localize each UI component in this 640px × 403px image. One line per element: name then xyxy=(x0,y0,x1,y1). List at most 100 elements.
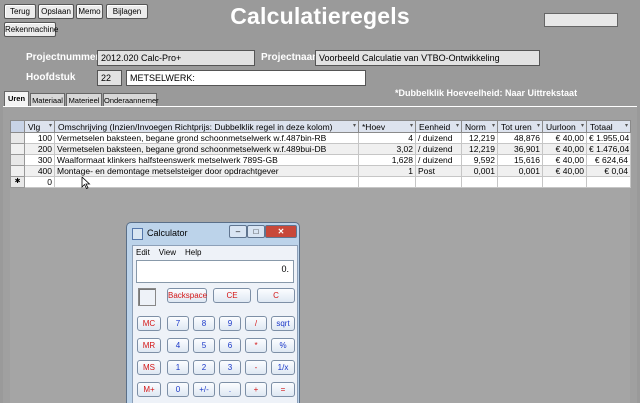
multiply-button[interactable]: * xyxy=(245,338,267,353)
cell-totaal[interactable]: € 1.476,04 xyxy=(586,143,631,155)
cell-eenheid[interactable]: / duizend xyxy=(415,132,462,144)
cell-hoev[interactable]: 3,02 xyxy=(358,143,416,155)
cell-uurloon[interactable]: € 40,00 xyxy=(542,132,587,144)
col-vlg-header[interactable]: Vlg ▾ xyxy=(24,120,55,133)
key-0[interactable]: 0 xyxy=(167,382,189,397)
cell-hoev[interactable]: 1,628 xyxy=(358,154,416,166)
decimal-button[interactable]: . xyxy=(219,382,241,397)
tab-uren[interactable]: Uren xyxy=(4,91,29,107)
mc-button[interactable]: MC xyxy=(137,316,161,331)
cell-norm[interactable] xyxy=(461,176,498,188)
new-row[interactable]: ✱ 0 xyxy=(10,176,631,188)
cell-omschrijving[interactable]: Waalformaat klinkers halfsteenswerk mets… xyxy=(54,154,359,166)
ms-button[interactable]: MS xyxy=(137,360,161,375)
menu-edit[interactable]: Edit xyxy=(136,248,150,257)
c-button[interactable]: C xyxy=(257,288,295,303)
equals-button[interactable]: = xyxy=(271,382,295,397)
col-hoev-header[interactable]: *Hoev ▾ xyxy=(358,120,416,133)
table-row[interactable]: 300 Waalformaat klinkers halfsteenswerk … xyxy=(10,154,631,166)
cell-hoev[interactable] xyxy=(358,176,416,188)
calculator-titlebar[interactable]: Calculator – □ ✕ xyxy=(127,223,299,244)
key-2[interactable]: 2 xyxy=(193,360,215,375)
key-8[interactable]: 8 xyxy=(193,316,215,331)
cell-totaal[interactable]: € 0,04 xyxy=(586,165,631,177)
cell-vlg[interactable]: 400 xyxy=(24,165,55,177)
table-row[interactable]: 100 Vermetselen baksteen, begane grond s… xyxy=(10,132,631,144)
table-row[interactable]: 400 Montage- en demontage metselsteiger … xyxy=(10,165,631,177)
cell-vlg[interactable]: 0 xyxy=(24,176,55,188)
cell-tot-uren[interactable]: 48,876 xyxy=(497,132,543,144)
cell-uurloon[interactable]: € 40,00 xyxy=(542,165,587,177)
row-selector[interactable] xyxy=(10,154,25,166)
cell-norm[interactable]: 12,219 xyxy=(461,143,498,155)
hoofdstuk-field[interactable]: METSELWERK: xyxy=(126,70,366,86)
cell-eenheid[interactable]: / duizend xyxy=(415,143,462,155)
add-button[interactable]: + xyxy=(245,382,267,397)
cell-tot-uren[interactable]: 15,616 xyxy=(497,154,543,166)
key-1[interactable]: 1 xyxy=(167,360,189,375)
plus-minus-button[interactable]: +/- xyxy=(193,382,215,397)
menu-help[interactable]: Help xyxy=(185,248,201,257)
cell-totaal[interactable]: € 1.955,04 xyxy=(586,132,631,144)
key-9[interactable]: 9 xyxy=(219,316,241,331)
close-button[interactable]: ✕ xyxy=(265,225,297,238)
cell-vlg[interactable]: 300 xyxy=(24,154,55,166)
key-4[interactable]: 4 xyxy=(167,338,189,353)
minimize-button[interactable]: – xyxy=(229,225,247,238)
cell-norm[interactable]: 0,001 xyxy=(461,165,498,177)
cell-omschrijving[interactable] xyxy=(54,176,359,188)
m-plus-button[interactable]: M+ xyxy=(137,382,161,397)
backspace-button[interactable]: Backspace xyxy=(167,288,207,303)
col-tot-uren-header[interactable]: Tot uren ▾ xyxy=(497,120,543,133)
tab-materiaal[interactable]: Materiaal xyxy=(30,93,65,107)
cell-tot-uren[interactable]: 0,001 xyxy=(497,165,543,177)
mr-button[interactable]: MR xyxy=(137,338,161,353)
cell-norm[interactable]: 9,592 xyxy=(461,154,498,166)
top-right-field[interactable] xyxy=(544,13,618,27)
cell-hoev[interactable]: 1 xyxy=(358,165,416,177)
tab-onderaannemer[interactable]: Onderaannemer xyxy=(103,93,159,107)
col-totaal-header[interactable]: Totaal ▾ xyxy=(586,120,631,133)
ce-button[interactable]: CE xyxy=(213,288,251,303)
menu-view[interactable]: View xyxy=(159,248,176,257)
cell-tot-uren[interactable]: 36,901 xyxy=(497,143,543,155)
cell-tot-uren[interactable] xyxy=(497,176,543,188)
select-all-header[interactable] xyxy=(10,120,25,133)
divide-button[interactable]: / xyxy=(245,316,267,331)
row-selector[interactable] xyxy=(10,143,25,155)
cell-omschrijving[interactable]: Vermetselen baksteen, begane grond schoo… xyxy=(54,132,359,144)
cell-omschrijving[interactable]: Montage- en demontage metselsteiger door… xyxy=(54,165,359,177)
col-eenheid-header[interactable]: Eenheid ▾ xyxy=(415,120,462,133)
cell-uurloon[interactable]: € 40,00 xyxy=(542,154,587,166)
col-uurloon-header[interactable]: Uurloon ▾ xyxy=(542,120,587,133)
cell-eenheid[interactable]: Post xyxy=(415,165,462,177)
tab-materieel[interactable]: Materieel xyxy=(66,93,102,107)
cell-omschrijving[interactable]: Vermetselen baksteen, begane grond schoo… xyxy=(54,143,359,155)
sqrt-button[interactable]: sqrt xyxy=(271,316,295,331)
reciprocal-button[interactable]: 1/x xyxy=(271,360,295,375)
row-selector[interactable] xyxy=(10,132,25,144)
cell-totaal[interactable]: € 624,64 xyxy=(586,154,631,166)
table-row[interactable]: 200 Vermetselen baksteen, begane grond s… xyxy=(10,143,631,155)
col-omschrijving-header[interactable]: Omschrijving (Inzien/Invoegen Richtprijs… xyxy=(54,120,359,133)
key-3[interactable]: 3 xyxy=(219,360,241,375)
cell-uurloon[interactable] xyxy=(542,176,587,188)
cell-norm[interactable]: 12,219 xyxy=(461,132,498,144)
maximize-button[interactable]: □ xyxy=(247,225,265,238)
row-selector[interactable] xyxy=(10,165,25,177)
projectnummer-field[interactable]: 2012.020 Calc-Pro+ xyxy=(97,50,255,66)
cell-eenheid[interactable]: / duizend xyxy=(415,154,462,166)
projectnaam-field[interactable]: Voorbeeld Calculatie van VTBO-Ontwikkeli… xyxy=(315,50,540,66)
col-norm-header[interactable]: Norm ▾ xyxy=(461,120,498,133)
subtract-button[interactable]: - xyxy=(245,360,267,375)
cell-eenheid[interactable] xyxy=(415,176,462,188)
cell-vlg[interactable]: 200 xyxy=(24,143,55,155)
cell-hoev[interactable]: 4 xyxy=(358,132,416,144)
key-7[interactable]: 7 xyxy=(167,316,189,331)
cell-uurloon[interactable]: € 40,00 xyxy=(542,143,587,155)
cell-vlg[interactable]: 100 xyxy=(24,132,55,144)
hoofdstuk-number-field[interactable]: 22 xyxy=(97,70,122,86)
percent-button[interactable]: % xyxy=(271,338,295,353)
cell-totaal[interactable] xyxy=(586,176,631,188)
key-5[interactable]: 5 xyxy=(193,338,215,353)
